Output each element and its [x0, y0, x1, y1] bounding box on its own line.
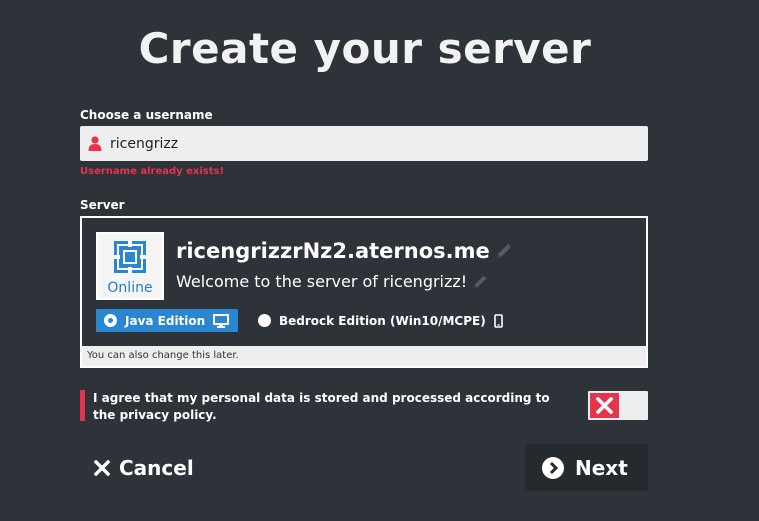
server-logo-icon [114, 241, 146, 273]
username-input[interactable] [110, 128, 630, 159]
username-label: Choose a username [80, 108, 213, 122]
bedrock-radio[interactable] [258, 314, 271, 327]
next-button[interactable]: Next [525, 444, 648, 491]
server-address[interactable]: ricengrizzrNz2.aternos.me [176, 239, 514, 263]
create-server-page: Create your server Choose a username Use… [0, 0, 759, 521]
cancel-button[interactable]: Cancel [94, 446, 224, 490]
toggle-off-knob[interactable] [590, 393, 619, 418]
chevron-right-circle-icon [542, 456, 564, 479]
privacy-agreement-text: I agree that my personal data is stored … [93, 391, 550, 422]
edit-address-icon[interactable] [494, 241, 514, 261]
privacy-toggle[interactable] [588, 391, 648, 420]
next-label: Next [575, 455, 628, 480]
java-radio[interactable] [104, 314, 117, 327]
java-edition-label: Java Edition [125, 313, 206, 328]
close-icon [596, 397, 613, 414]
cancel-x-icon [94, 460, 110, 476]
edition-java-option[interactable]: Java Edition [96, 309, 238, 332]
server-icon: Online [96, 232, 164, 300]
privacy-error-bar [80, 390, 85, 421]
edit-motd-icon[interactable] [471, 273, 489, 291]
cancel-label: Cancel [119, 456, 194, 480]
server-label: Server [80, 198, 125, 212]
server-address-text: ricengrizzrNz2.aternos.me [176, 239, 490, 263]
server-status: Online [107, 280, 153, 296]
phone-icon [493, 313, 503, 328]
server-card: Online ricengrizzrNz2.aternos.me Welcome… [80, 216, 648, 368]
server-note: You can also change this later. [82, 346, 646, 366]
bedrock-edition-label: Bedrock Edition (Win10/MCPE) [279, 313, 486, 328]
user-icon [80, 136, 110, 151]
server-motd-text: Welcome to the server of ricengrizz! [176, 272, 468, 291]
monitor-icon [213, 313, 230, 328]
username-error: Username already exists! [80, 166, 225, 177]
page-title: Create your server [138, 24, 592, 73]
edition-bedrock-option[interactable]: Bedrock Edition (Win10/MCPE) [258, 309, 503, 332]
server-motd[interactable]: Welcome to the server of ricengrizz! [176, 272, 489, 291]
username-field[interactable] [80, 126, 648, 161]
